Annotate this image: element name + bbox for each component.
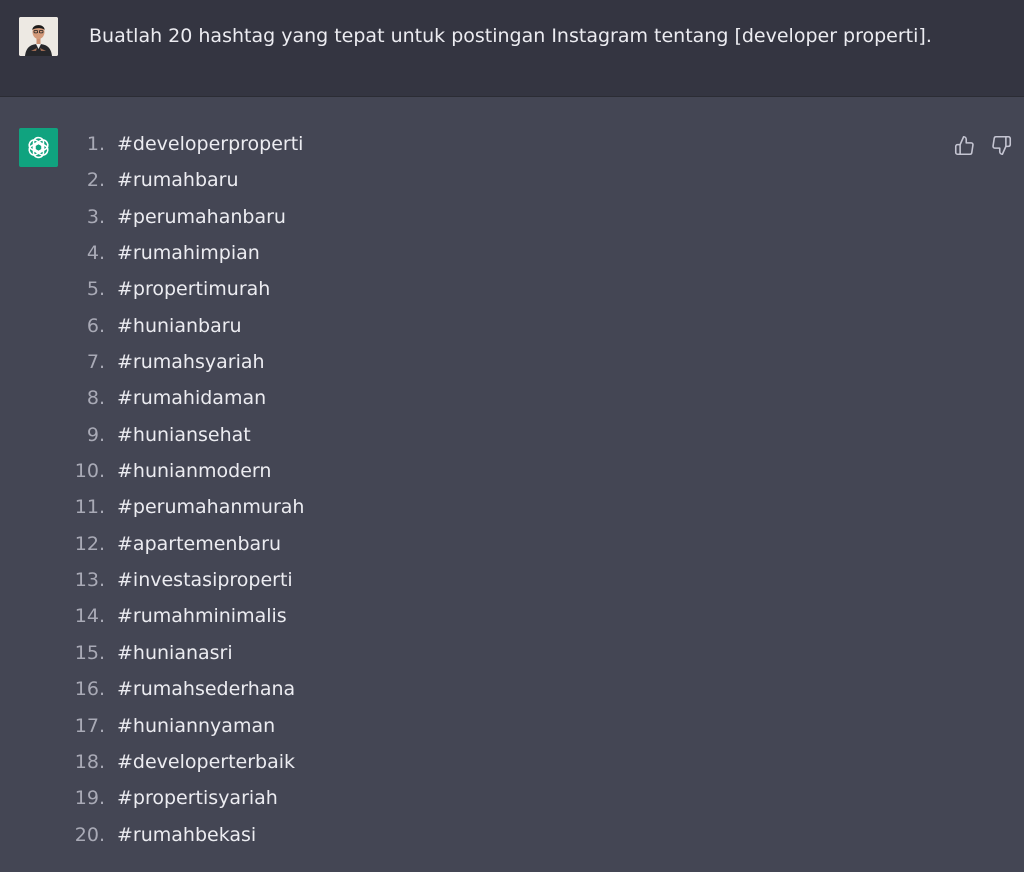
list-item: 17. #huniannyaman [60, 714, 304, 750]
list-item-number: 10. [74, 460, 105, 483]
list-item-text: #developerproperti [117, 133, 304, 155]
list-item-text: #huniansehat [117, 423, 251, 446]
list-item-text: #developerterbaik [117, 750, 296, 773]
list-item: 7. #rumahsyariah [60, 350, 304, 386]
list-item-number: 4. [86, 242, 105, 265]
list-item: 20. #rumahbekasi [60, 823, 304, 859]
list-item-number: 5. [86, 278, 105, 301]
list-item: 14. #rumahminimalis [60, 604, 304, 640]
list-item-number: 7. [86, 351, 105, 374]
list-item: 8. #rumahidaman [60, 386, 304, 422]
list-item: 4. #rumahimpian [60, 241, 304, 277]
list-item-text: #huniannyaman [117, 714, 276, 737]
list-item-number: 20. [74, 823, 105, 846]
list-item-text: #propertimurah [117, 278, 271, 301]
list-item-number: 16. [74, 678, 105, 701]
list-item-number: 15. [74, 641, 105, 664]
list-item-text: #investasiproperti [117, 569, 293, 592]
list-item: 15. #hunianasri [60, 641, 304, 677]
list-item: 9. #huniansehat [60, 423, 304, 459]
list-item-number: 1. [86, 133, 105, 155]
list-item-number: 13. [74, 569, 105, 592]
list-item: 16. #rumahsederhana [60, 677, 304, 713]
thumbs-down-button[interactable] [989, 133, 1013, 157]
thumbs-up-icon [954, 135, 974, 155]
list-item-text: #rumahbekasi [117, 823, 257, 846]
list-item-text: #rumahsederhana [117, 678, 296, 701]
openai-logo-icon [28, 136, 49, 159]
list-item: 1. #developerproperti [60, 132, 304, 168]
list-item-number: 2. [86, 169, 105, 192]
list-item-number: 6. [86, 314, 105, 337]
user-message-text: Buatlah 20 hashtag yang tepat untuk post… [89, 25, 932, 47]
list-item: 10. #hunianmodern [60, 459, 304, 495]
list-item: 12. #apartemenbaru [60, 532, 304, 568]
hashtag-list: 1. #developerproperti 2. #rumahbaru 3. #per… [60, 132, 305, 859]
list-item: 2. #rumahbaru [60, 168, 304, 204]
list-item-number: 3. [86, 205, 105, 228]
user-message-row: Buatlah 20 hashtag yang tepat untuk post… [0, 0, 1024, 97]
list-item-text: #rumahidaman [117, 387, 267, 410]
assistant-avatar [19, 128, 58, 167]
list-item-number: 18. [74, 750, 105, 773]
list-item-text: #hunianbaru [117, 314, 242, 337]
list-item: 6. #hunianbaru [60, 314, 304, 350]
list-item: 11. #perumahanmurah [60, 495, 305, 531]
user-avatar-photo [19, 17, 58, 56]
list-item-text: #apartemenbaru [117, 532, 282, 555]
list-item: 18. #developerterbaik [60, 750, 304, 786]
list-item: 13. #investasiproperti [60, 568, 304, 604]
list-item-text: #hunianmodern [117, 460, 272, 483]
list-item-text: #rumahsyariah [117, 351, 265, 374]
list-item: 3. #perumahanbaru [60, 205, 304, 241]
list-item-number: 12. [74, 532, 105, 555]
list-item-number: 17. [74, 714, 105, 737]
list-item-number: 14. [74, 605, 105, 628]
list-item-text: #rumahbaru [117, 169, 239, 192]
list-item-text: #perumahanmurah [117, 496, 305, 519]
list-item-number: 8. [86, 387, 105, 410]
list-item-number: 11. [74, 496, 105, 519]
list-item-number: 19. [74, 787, 105, 810]
list-item-text: #rumahminimalis [117, 605, 287, 628]
user-avatar [19, 17, 58, 56]
thumbs-down-icon [991, 135, 1011, 155]
list-item-text: #rumahimpian [117, 242, 260, 265]
list-item-number: 9. [86, 423, 105, 446]
list-item-text: #hunianasri [117, 641, 233, 664]
assistant-message-row: 1. #developerproperti 2. #rumahbaru 3. #per… [0, 97, 1024, 872]
list-item-text: #propertisyariah [117, 787, 278, 810]
list-item-text: #perumahanbaru [117, 205, 286, 228]
list-item: 5. #propertimurah [60, 277, 304, 313]
thumbs-up-button[interactable] [952, 133, 976, 157]
list-item: 19. #propertisyariah [60, 786, 304, 822]
